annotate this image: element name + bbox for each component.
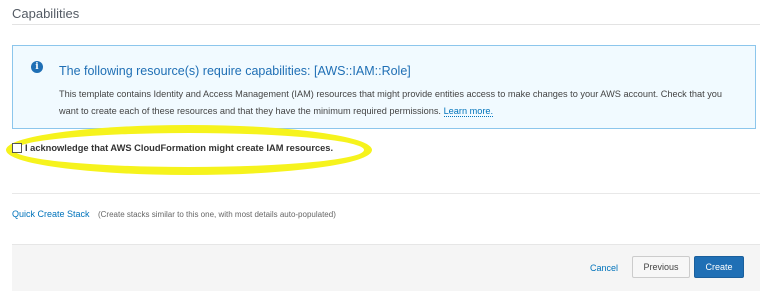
learn-more-link[interactable]: Learn more.	[443, 106, 494, 117]
quick-create-stack-link[interactable]: Quick Create Stack	[12, 209, 90, 219]
acknowledge-row[interactable]: I acknowledge that AWS CloudFormation mi…	[12, 143, 333, 153]
quick-create-description: (Create stacks similar to this one, with…	[97, 210, 336, 219]
footer-bar: Cancel Previous Create	[12, 244, 760, 291]
info-body-text: This template contains Identity and Acce…	[59, 89, 723, 116]
cancel-button[interactable]: Cancel	[590, 263, 618, 273]
title-divider	[12, 24, 760, 25]
section-divider	[12, 193, 760, 194]
section-title: Capabilities	[12, 6, 80, 21]
capabilities-info-box: i The following resource(s) require capa…	[12, 45, 756, 129]
acknowledge-label[interactable]: I acknowledge that AWS CloudFormation mi…	[25, 143, 333, 153]
info-icon: i	[31, 61, 43, 73]
quick-create-row: Quick Create Stack (Create stacks simila…	[12, 204, 336, 222]
info-heading: The following resource(s) require capabi…	[59, 64, 411, 78]
capabilities-page: Capabilities i The following resource(s)…	[0, 0, 768, 298]
create-button[interactable]: Create	[694, 256, 744, 278]
previous-button[interactable]: Previous	[632, 256, 690, 278]
info-body: This template contains Identity and Acce…	[59, 86, 739, 120]
acknowledge-checkbox[interactable]	[12, 143, 22, 153]
